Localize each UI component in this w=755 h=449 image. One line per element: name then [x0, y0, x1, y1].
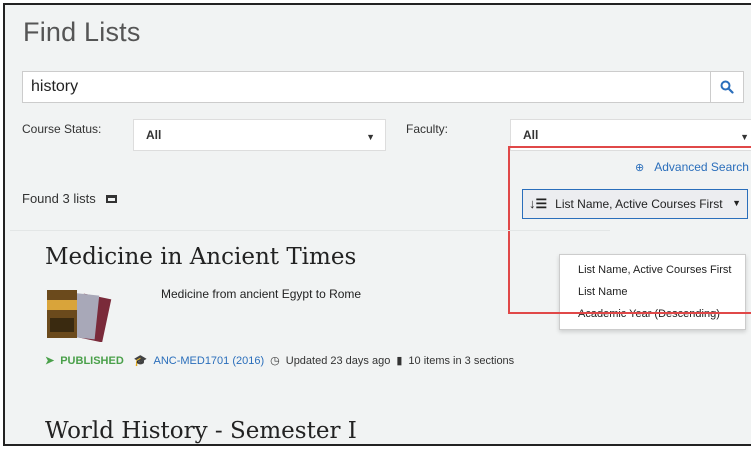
app-frame: Find Lists Course Status: All ▼ Faculty:…	[3, 3, 751, 446]
result-title[interactable]: Medicine in Ancient Times	[45, 244, 356, 270]
search-icon	[720, 80, 734, 94]
faculty-label: Faculty:	[406, 122, 449, 136]
chevron-down-icon: ▼	[740, 132, 749, 142]
page-title: Find Lists	[23, 17, 141, 47]
course-status-select[interactable]: All ▼	[133, 119, 386, 151]
results-divider	[10, 230, 610, 231]
result-meta: ➤ PUBLISHED 🎓 ANC-MED1701 (2016) ◷ Updat…	[45, 354, 520, 368]
list-view-icon[interactable]	[105, 194, 117, 203]
search-input[interactable]	[23, 72, 711, 102]
items-count-text: 10 items in 3 sections	[408, 354, 515, 367]
search-button[interactable]	[710, 72, 743, 102]
status-badge: PUBLISHED	[60, 354, 124, 367]
paper-plane-icon: ➤	[45, 355, 55, 367]
result-title[interactable]: World History - Semester I	[45, 418, 357, 444]
course-link[interactable]: ANC-MED1701 (2016)	[153, 355, 264, 367]
chevron-down-icon: ▼	[366, 132, 375, 142]
course-status-value: All	[146, 128, 162, 142]
results-count-text: Found 3 lists	[22, 191, 96, 206]
book-cover-image	[47, 290, 112, 342]
faculty-value: All	[523, 128, 539, 142]
book-icon: ▮	[396, 355, 403, 367]
result-description: Medicine from ancient Egypt to Rome	[161, 287, 362, 301]
search-bar	[22, 71, 744, 103]
course-status-label: Course Status:	[22, 122, 102, 136]
graduation-cap-icon: 🎓	[133, 355, 148, 367]
updated-text: Updated 23 days ago	[285, 354, 391, 367]
results-summary: Found 3 lists	[22, 191, 117, 206]
clock-icon: ◷	[270, 355, 280, 367]
